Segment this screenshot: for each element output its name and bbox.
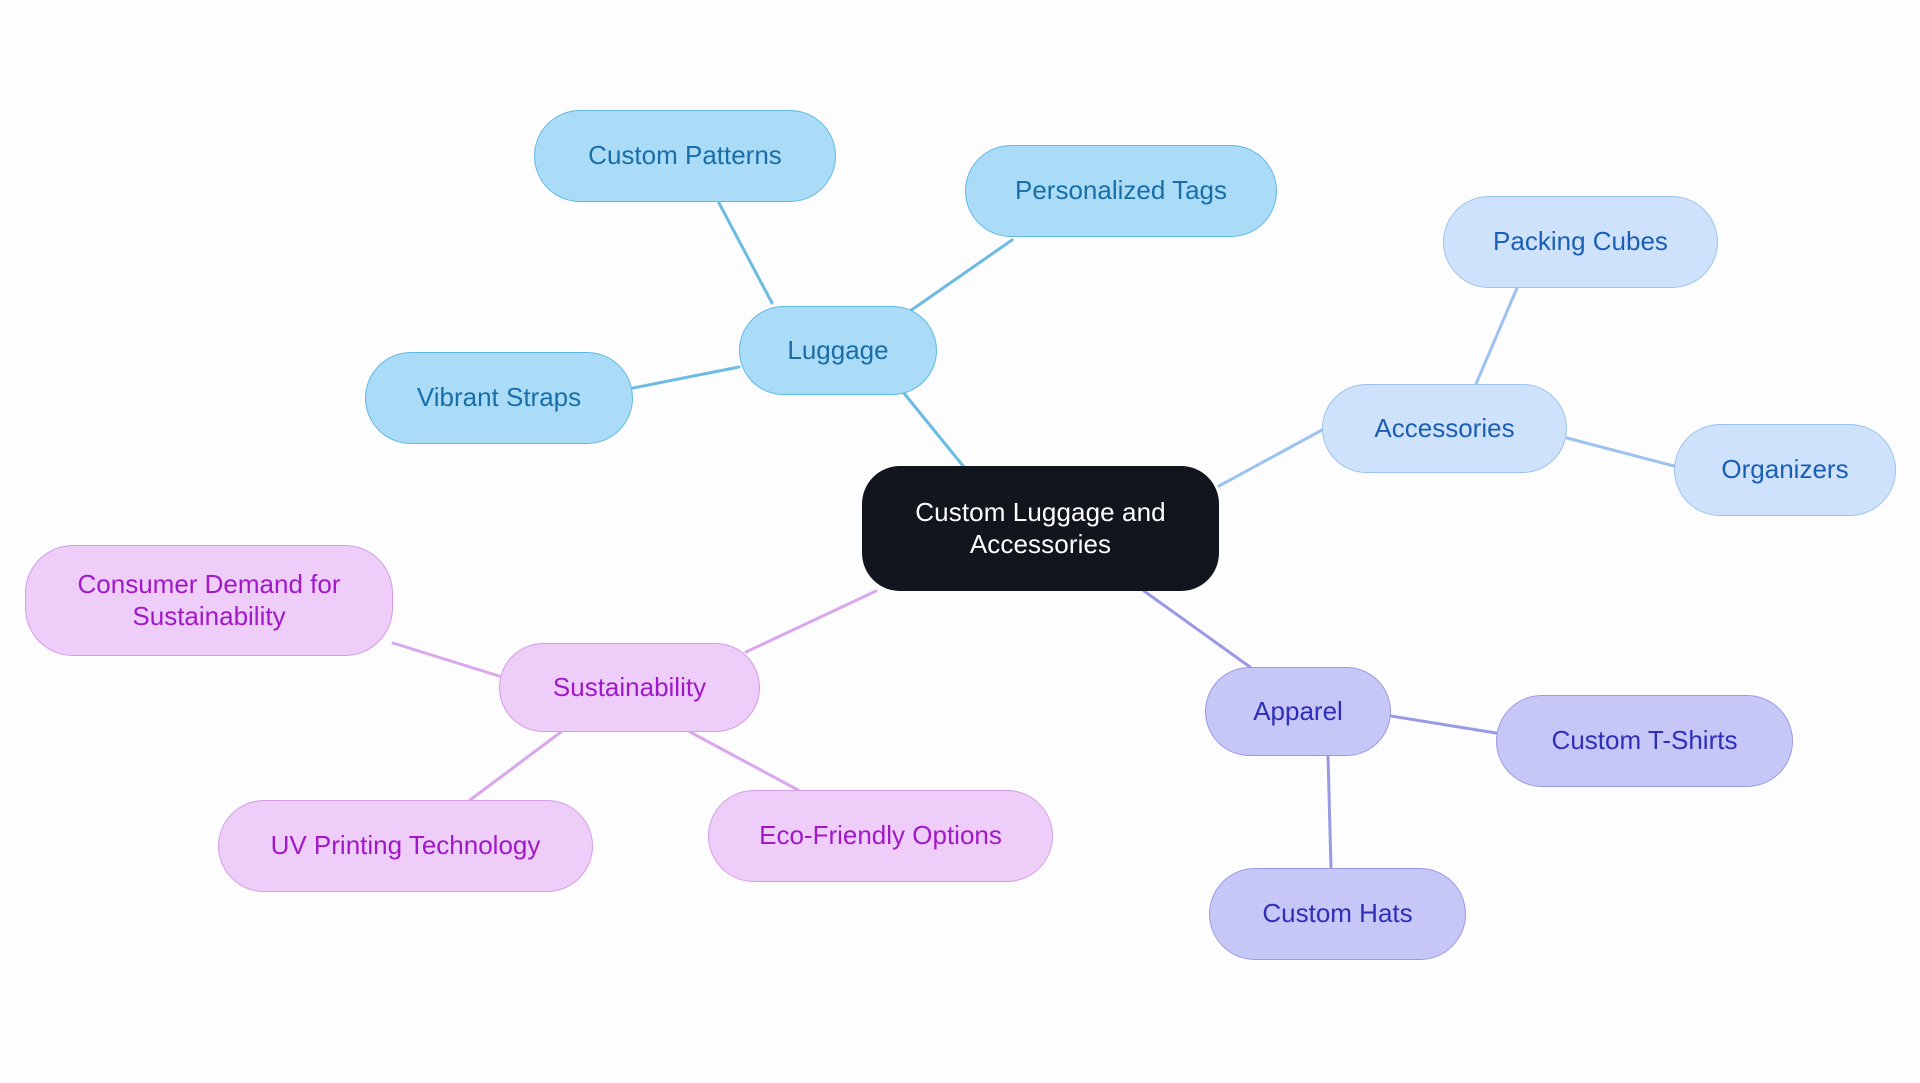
node-label-sustainability: Sustainability <box>552 671 707 702</box>
node-label-custom-patterns: Custom Patterns <box>588 140 782 171</box>
node-consumer-demand[interactable]: Consumer Demand for Sustainability <box>25 545 393 656</box>
edge-root-luggage <box>901 390 970 474</box>
edge-root-sustainability <box>744 589 878 654</box>
node-label-accessories: Accessories <box>1374 412 1515 443</box>
node-organizers[interactable]: Organizers <box>1674 424 1896 516</box>
edge-apparel-tshirts <box>1389 714 1498 735</box>
node-custom-patterns[interactable]: Custom Patterns <box>534 110 836 202</box>
node-label-consumer-demand: Consumer Demand for Sustainability <box>77 568 341 631</box>
node-label-eco-friendly-options: Eco-Friendly Options <box>759 820 1002 851</box>
node-label-uv-printing: UV Printing Technology <box>270 830 541 861</box>
node-custom-t-shirts[interactable]: Custom T-Shirts <box>1496 695 1793 787</box>
node-label-custom-t-shirts: Custom T-Shirts <box>1551 725 1738 756</box>
node-accessories[interactable]: Accessories <box>1322 384 1567 473</box>
node-label-custom-hats: Custom Hats <box>1262 898 1413 929</box>
node-label-apparel: Apparel <box>1253 695 1343 726</box>
node-luggage[interactable]: Luggage <box>739 306 937 395</box>
edge-accessories-cubes <box>1474 286 1519 386</box>
edge-sustain-uv <box>468 730 563 802</box>
node-sustainability[interactable]: Sustainability <box>499 643 760 732</box>
node-vibrant-straps[interactable]: Vibrant Straps <box>365 352 633 444</box>
node-label-personalized-tags: Personalized Tags <box>1015 175 1227 206</box>
node-personalized-tags[interactable]: Personalized Tags <box>965 145 1277 237</box>
node-eco-friendly-options[interactable]: Eco-Friendly Options <box>708 790 1053 882</box>
node-label-packing-cubes: Packing Cubes <box>1493 226 1668 257</box>
node-uv-printing[interactable]: UV Printing Technology <box>218 800 593 892</box>
edge-apparel-hats <box>1326 754 1333 870</box>
node-label-vibrant-straps: Vibrant Straps <box>416 382 582 413</box>
edge-accessories-orgs <box>1565 436 1676 468</box>
edge-luggage-straps <box>631 365 741 390</box>
edge-luggage-tags <box>898 238 1014 320</box>
node-root[interactable]: Custom Luggage and Accessories <box>862 466 1219 591</box>
mindmap-canvas: Custom Luggage and Accessories Luggage Cus… <box>0 0 1920 1083</box>
edge-root-apparel <box>1142 589 1252 669</box>
node-packing-cubes[interactable]: Packing Cubes <box>1443 196 1718 288</box>
edge-root-accessories <box>1217 428 1324 488</box>
node-custom-hats[interactable]: Custom Hats <box>1209 868 1466 960</box>
node-label-root: Custom Luggage and Accessories <box>915 496 1166 559</box>
node-label-luggage: Luggage <box>787 334 889 365</box>
edge-sustain-eco <box>688 730 800 792</box>
edge-luggage-patterns <box>717 201 774 305</box>
node-label-organizers: Organizers <box>1721 454 1849 485</box>
node-apparel[interactable]: Apparel <box>1205 667 1391 756</box>
edge-sustain-consumer <box>391 641 501 678</box>
